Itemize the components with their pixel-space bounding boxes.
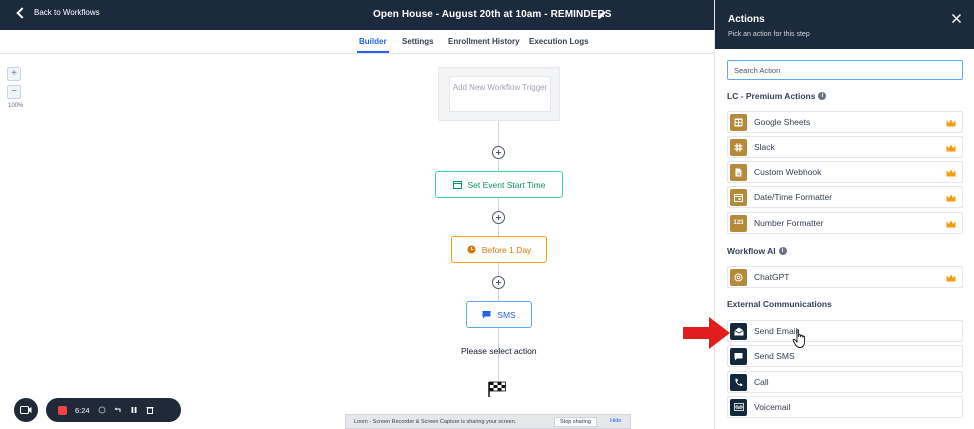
node-before-1-day[interactable]: Before 1 Day xyxy=(451,236,547,263)
screen-share-notice: Loom - Screen Recorder & Screen Capture … xyxy=(345,414,631,429)
section-title: External Communications xyxy=(727,299,832,309)
loom-recording-bar: 6:24 xyxy=(46,398,181,422)
info-icon[interactable]: i xyxy=(818,92,827,100)
back-label: Back to Workflows xyxy=(34,8,100,17)
zoom-level: 100% xyxy=(8,103,24,109)
voicemail-icon xyxy=(730,398,747,416)
action-label: Send SMS xyxy=(754,351,795,361)
action-date-time-formatter[interactable]: Date/Time Formatter xyxy=(727,186,963,208)
back-to-workflows-button[interactable]: Back to Workflows xyxy=(16,6,100,19)
email-icon xyxy=(730,322,747,340)
chat-icon xyxy=(482,311,491,319)
sheets-icon xyxy=(730,113,747,131)
workflow-title: Open House - August 20th at 10am - REMIN… xyxy=(373,9,612,20)
crown-icon xyxy=(946,144,956,152)
add-step-button[interactable] xyxy=(492,146,505,159)
section-workflow-ai: Workflow AI i xyxy=(727,246,787,256)
section-title: LC - Premium Actions xyxy=(727,91,816,101)
crown-icon xyxy=(946,220,956,228)
crown-icon xyxy=(946,169,956,177)
section-premium-actions: LC - Premium Actions i xyxy=(727,91,827,101)
openai-icon xyxy=(730,268,747,286)
action-label: ChatGPT xyxy=(754,272,790,282)
action-send-email[interactable]: Send Email xyxy=(727,320,963,342)
actions-panel-header: Actions Pick an action for this step xyxy=(715,0,974,49)
panel-subtitle: Pick an action for this step xyxy=(728,31,810,38)
search-action-input[interactable] xyxy=(727,60,963,80)
webhook-icon xyxy=(730,163,747,181)
crown-icon xyxy=(946,274,956,282)
tab-enrollment-history[interactable]: Enrollment History xyxy=(448,37,520,46)
finish-flag-icon xyxy=(488,381,506,397)
panel-title: Actions xyxy=(728,14,765,25)
section-title: Workflow AI xyxy=(727,246,776,256)
action-label: Number Formatter xyxy=(754,218,824,228)
annotation-arrow-icon xyxy=(683,317,730,349)
pencil-icon[interactable] xyxy=(597,10,607,20)
info-icon[interactable]: i xyxy=(778,247,787,255)
sms-icon xyxy=(730,347,747,365)
add-step-button[interactable] xyxy=(492,276,505,289)
hand-cursor-icon xyxy=(792,329,806,348)
add-step-button[interactable] xyxy=(492,211,505,224)
action-send-sms[interactable]: Send SMS xyxy=(727,345,963,367)
action-label: Date/Time Formatter xyxy=(754,192,833,202)
node-label: Before 1 Day xyxy=(481,244,532,255)
phone-icon xyxy=(730,373,747,391)
action-chatgpt[interactable]: ChatGPT xyxy=(727,266,963,288)
slack-icon xyxy=(730,138,747,156)
crown-icon xyxy=(946,119,956,127)
action-google-sheets[interactable]: Google Sheets xyxy=(727,111,963,133)
action-label: Google Sheets xyxy=(754,117,811,127)
workflow-tabs: Builder Settings Enrollment History Exec… xyxy=(0,30,714,54)
workflow-canvas[interactable]: + − 100% Add New Workflow Trigger Set Ev… xyxy=(0,55,714,429)
zoom-in-button[interactable]: + xyxy=(7,67,21,81)
zoom-out-button[interactable]: − xyxy=(7,85,21,99)
action-call[interactable]: Call xyxy=(727,371,963,393)
add-trigger-label: Add New Workflow Trigger xyxy=(449,76,551,112)
drawing-icon[interactable] xyxy=(98,406,106,414)
chevron-left-icon xyxy=(16,6,28,19)
node-set-event-start-time[interactable]: Set Event Start Time xyxy=(435,171,563,198)
pause-icon[interactable] xyxy=(130,406,138,414)
action-label: Call xyxy=(754,377,769,387)
select-action-prompt: Please select action xyxy=(461,346,537,356)
clock-icon xyxy=(467,245,476,254)
action-label: Custom Webhook xyxy=(754,167,822,177)
action-label: Voicemail xyxy=(754,402,791,412)
number-icon: 123 xyxy=(730,214,747,232)
undo-icon[interactable] xyxy=(114,406,122,414)
actions-panel: Actions Pick an action for this step LC … xyxy=(714,0,974,429)
calendar-icon xyxy=(730,188,747,206)
action-slack[interactable]: Slack xyxy=(727,136,963,158)
section-external-communications: External Communications xyxy=(727,299,832,309)
action-custom-webhook[interactable]: Custom Webhook xyxy=(727,161,963,183)
share-notice-text: Loom - Screen Recorder & Screen Capture … xyxy=(354,418,517,425)
action-label: Send Email xyxy=(754,326,798,336)
node-label: Set Event Start Time xyxy=(467,179,546,190)
recording-timer: 6:24 xyxy=(75,405,90,415)
loom-camera-button[interactable] xyxy=(14,398,38,422)
tab-settings[interactable]: Settings xyxy=(402,37,434,46)
action-number-formatter[interactable]: 123 Number Formatter xyxy=(727,212,963,234)
action-label: Slack xyxy=(754,142,775,152)
tab-builder[interactable]: Builder xyxy=(357,37,389,53)
stop-recording-icon[interactable] xyxy=(58,405,67,415)
top-header: Back to Workflows Open House - August 20… xyxy=(0,0,714,30)
action-voicemail[interactable]: Voicemail xyxy=(727,396,963,418)
calendar-icon xyxy=(452,181,462,189)
crown-icon xyxy=(946,194,956,202)
add-trigger-card[interactable]: Add New Workflow Trigger xyxy=(438,67,560,121)
camera-icon xyxy=(20,406,32,414)
node-label: SMS xyxy=(497,309,516,320)
stop-sharing-button[interactable]: Stop sharing xyxy=(554,417,597,427)
close-icon[interactable] xyxy=(951,13,962,24)
tab-execution-logs[interactable]: Execution Logs xyxy=(529,37,589,46)
trash-icon[interactable] xyxy=(146,406,154,414)
hide-notice-link[interactable]: Hide xyxy=(610,418,621,424)
node-sms[interactable]: SMS xyxy=(466,301,532,328)
